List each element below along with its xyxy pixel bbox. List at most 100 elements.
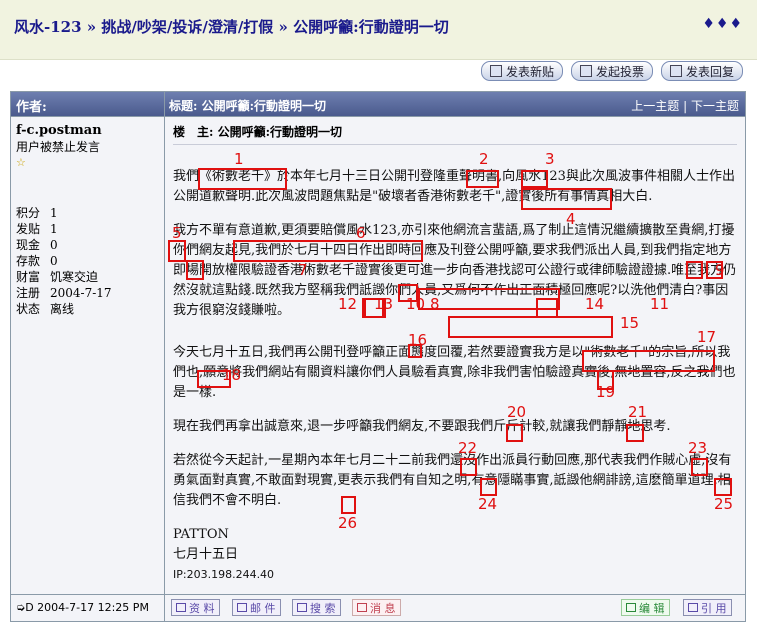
annotation-number: 3 [545, 150, 555, 168]
annotation-number: 1 [234, 150, 244, 168]
annotation-box [582, 350, 715, 372]
annotation-box [186, 260, 204, 280]
email-icon [237, 603, 247, 612]
thread-actions: 发表新贴 发起投票 发表回复 [480, 61, 743, 81]
more-dots-icon[interactable]: ♦♦♦ [702, 16, 743, 32]
edit-icon [626, 603, 636, 612]
post-divider [173, 144, 737, 145]
post-paragraph: 現在我們再拿出誠意來,退一步呼籲我們網友,不要跟我們斤斤計較,就讓我們靜靜地思考… [173, 419, 671, 434]
breadcrumb: 风水-123 » 挑战/吵架/投诉/澄清/打假 » 公開呼籲:行動證明一切 [14, 16, 449, 37]
post-content: 我們《術數老千》於本年七月十三日公開刊登隆重聲明書,向風水123與此次風波事件相… [173, 167, 737, 585]
annotation-number: 5 [172, 224, 182, 242]
nav-separator: | [683, 99, 688, 113]
post-footer: ➭D 2004-7-17 12:25 PM 资 料 邮 件 搜 索 消 息 编 … [11, 595, 745, 621]
top-bar: 风水-123 » 挑战/吵架/投诉/澄清/打假 » 公開呼籲:行動證明一切 ♦♦… [0, 0, 757, 60]
annotation-number: 6 [356, 224, 366, 242]
annotation-number: 24 [478, 495, 498, 513]
annotation-box [480, 478, 497, 496]
breadcrumb-thread-title: 公開呼籲:行動證明一切 [293, 18, 449, 36]
quote-button[interactable]: 引 用 [683, 599, 732, 616]
annotation-number: 16 [408, 331, 428, 349]
search-button[interactable]: 搜 索 [292, 599, 341, 616]
new-poll-label: 发起投票 [595, 64, 644, 79]
annotation-number: 21 [628, 403, 648, 421]
author-status: 用户被禁止发言 [16, 140, 101, 154]
header-divider [164, 92, 165, 116]
annotation-box [460, 458, 477, 476]
post-paragraph: 若然從今天起計,一星期內本年七月二十二前我們還沒作出派員行動回應,那代表我們作賊… [173, 453, 732, 508]
annotation-box [233, 240, 423, 262]
reply-icon [669, 65, 682, 77]
annotation-box [626, 424, 644, 442]
breadcrumb-forum-link[interactable]: 风水-123 [14, 18, 82, 36]
stat-row: 状态 离线 [16, 302, 75, 316]
post-date-line: 七月十五日 [173, 547, 239, 562]
email-button[interactable]: 邮 件 [232, 599, 281, 616]
profile-button[interactable]: 资 料 [171, 599, 220, 616]
annotation-box [168, 240, 186, 262]
post-ip: IP:203.198.244.40 [173, 568, 275, 581]
annotation-box [506, 424, 523, 442]
author-username[interactable]: f-c.postman [16, 123, 159, 138]
annotation-box [686, 261, 703, 279]
annotation-number: 22 [458, 439, 478, 457]
quote-icon [688, 603, 698, 612]
stat-row: 发贴 1 [16, 222, 58, 236]
new-post-icon [489, 65, 502, 77]
stat-row: 财富 饥寒交迫 [16, 270, 99, 284]
annotation-box [198, 168, 287, 190]
annotation-number: 9 [715, 261, 725, 279]
stat-row: 存款 0 [16, 254, 58, 268]
post-table-header: 作者: 标题: 公開呼籲:行動證明一切 上一主题 | 下一主题 [11, 92, 745, 116]
next-topic-link[interactable]: 下一主题 [691, 99, 739, 113]
annotation-box [714, 478, 732, 496]
annotation-box [521, 188, 612, 210]
message-button[interactable]: 消 息 [352, 599, 401, 616]
annotation-number: 15 [620, 314, 640, 332]
edit-button[interactable]: 编 辑 [621, 599, 670, 616]
message-icon [357, 603, 367, 612]
annotation-box [691, 458, 708, 476]
post-date: ➭D 2004-7-17 12:25 PM [16, 601, 149, 614]
annotation-number: 7 [298, 261, 308, 279]
profile-icon [176, 603, 186, 612]
annotation-number: 14 [585, 295, 605, 313]
reply-button[interactable]: 发表回复 [660, 61, 743, 81]
new-post-button[interactable]: 发表新贴 [480, 61, 563, 81]
annotation-box [341, 496, 356, 514]
topic-navigation: 上一主题 | 下一主题 [631, 97, 739, 114]
rank-star-icon: ☆ [16, 156, 26, 169]
annotation-box [466, 170, 499, 188]
stat-row: 注册 2004-7-17 [16, 286, 112, 300]
annotation-number: 19 [596, 383, 616, 401]
breadcrumb-board-link[interactable]: 挑战/吵架/投诉/澄清/打假 [101, 18, 273, 36]
annotation-number: 10 [406, 295, 426, 313]
new-poll-button[interactable]: 发起投票 [570, 61, 653, 81]
reply-label: 发表回复 [685, 64, 734, 79]
new-post-label: 发表新贴 [505, 64, 554, 79]
annotation-box [448, 316, 613, 338]
post-heading: 楼 主: 公開呼籲:行動證明一切 [173, 125, 343, 139]
post-title-header: 标题: 公開呼籲:行動證明一切 [169, 99, 327, 113]
prev-topic-link[interactable]: 上一主题 [631, 99, 679, 113]
post-signature: PATTON [173, 527, 229, 542]
annotation-number: 12 [338, 295, 358, 313]
annotation-number: 26 [338, 514, 358, 532]
author-panel: f-c.postman 用户被禁止发言 ☆ 积分 1 发贴 1 现金 0 存款 0 财富… [11, 117, 164, 594]
annotation-box [536, 298, 558, 318]
stat-row: 积分 1 [16, 206, 58, 220]
footer-divider [164, 595, 165, 621]
search-icon [297, 603, 307, 612]
author-column-header: 作者: [16, 100, 47, 115]
annotation-number: 25 [714, 495, 734, 513]
poll-icon [579, 65, 592, 77]
annotation-box [521, 170, 548, 188]
annotation-number: 23 [688, 439, 708, 457]
annotation-number: 4 [566, 210, 576, 228]
annotation-number: 18 [222, 366, 242, 384]
annotation-number: 8 [430, 295, 440, 313]
annotation-number: 17 [697, 328, 717, 346]
annotation-number: 20 [507, 403, 527, 421]
annotation-number: 2 [479, 150, 489, 168]
breadcrumb-separator: » [86, 18, 97, 36]
